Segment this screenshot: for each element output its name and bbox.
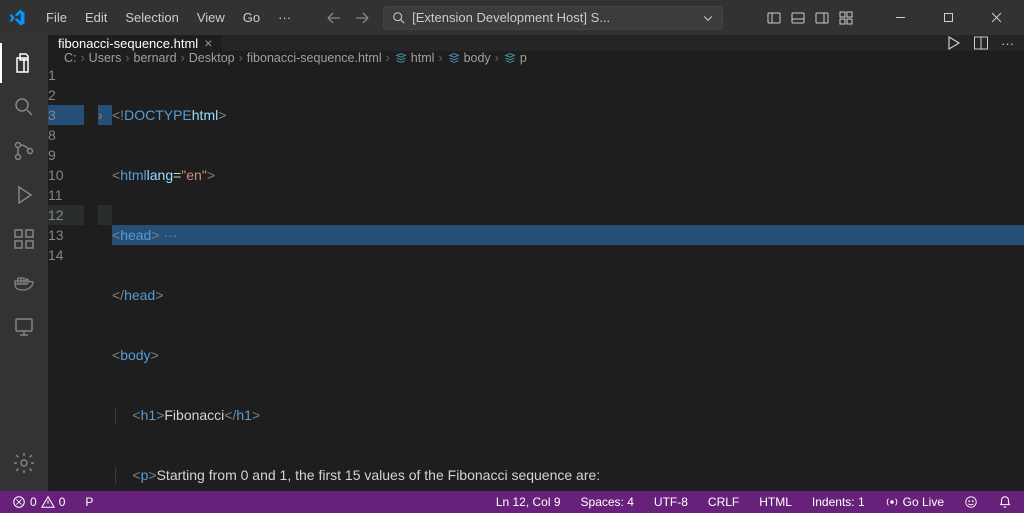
titlebar-right bbox=[764, 4, 1016, 32]
status-golive[interactable]: Go Live bbox=[881, 495, 948, 509]
activity-bar bbox=[0, 35, 48, 491]
main: fibonacci-sequence.html × ··· C:› Users›… bbox=[0, 35, 1024, 491]
activity-extensions[interactable] bbox=[0, 219, 48, 259]
breadcrumb-symbol[interactable]: body bbox=[447, 51, 491, 65]
menu-go[interactable]: Go bbox=[235, 6, 268, 29]
menu-view[interactable]: View bbox=[189, 6, 233, 29]
breadcrumbs[interactable]: C:› Users› bernard› Desktop› fibonacci-s… bbox=[48, 51, 1024, 65]
nav-back-icon[interactable] bbox=[323, 7, 345, 29]
layout-right-icon[interactable] bbox=[812, 8, 832, 28]
status-bell-icon[interactable] bbox=[994, 495, 1016, 509]
breadcrumb-item[interactable]: Users bbox=[89, 51, 122, 65]
menu-more[interactable]: ··· bbox=[270, 6, 299, 29]
nav-controls bbox=[323, 7, 373, 29]
breadcrumb-item[interactable]: C: bbox=[64, 51, 77, 65]
status-language[interactable]: HTML bbox=[755, 495, 796, 509]
activity-settings[interactable] bbox=[0, 443, 48, 483]
tabs: fibonacci-sequence.html × ··· bbox=[48, 35, 1024, 51]
nav-forward-icon[interactable] bbox=[351, 7, 373, 29]
editor[interactable]: 1 2 3 8 9 10 11 12 13 14 › <!DOCTYPE htm… bbox=[48, 65, 1024, 491]
status-feedback-icon[interactable] bbox=[960, 495, 982, 509]
run-icon[interactable] bbox=[945, 35, 961, 51]
layout-controls bbox=[764, 8, 856, 28]
activity-scm[interactable] bbox=[0, 131, 48, 171]
status-spaces[interactable]: Spaces: 4 bbox=[577, 495, 638, 509]
menu-file[interactable]: File bbox=[38, 6, 75, 29]
command-center-text: [Extension Development Host] S... bbox=[412, 10, 610, 25]
status-bar: 0 0 P Ln 12, Col 9 Spaces: 4 UTF-8 CRLF … bbox=[0, 491, 1024, 513]
status-indents[interactable]: Indents: 1 bbox=[808, 495, 869, 509]
line-numbers: 1 2 3 8 9 10 11 12 13 14 bbox=[48, 65, 98, 491]
menu-bar: File Edit Selection View Go ··· bbox=[38, 6, 299, 29]
status-context[interactable]: P bbox=[81, 495, 97, 509]
status-lncol[interactable]: Ln 12, Col 9 bbox=[492, 495, 565, 509]
chevron-down-icon bbox=[702, 12, 714, 24]
activity-explorer[interactable] bbox=[0, 43, 48, 83]
breadcrumb-item[interactable]: fibonacci-sequence.html bbox=[247, 51, 382, 65]
activity-debug[interactable] bbox=[0, 175, 48, 215]
status-encoding[interactable]: UTF-8 bbox=[650, 495, 692, 509]
layout-left-icon[interactable] bbox=[764, 8, 784, 28]
breadcrumb-item[interactable]: Desktop bbox=[189, 51, 235, 65]
split-editor-icon[interactable] bbox=[973, 35, 989, 51]
layout-bottom-icon[interactable] bbox=[788, 8, 808, 28]
code-content[interactable]: <!DOCTYPE html> <html lang="en"> <head> … bbox=[112, 65, 1024, 491]
layout-customize-icon[interactable] bbox=[836, 8, 856, 28]
titlebar: File Edit Selection View Go ··· [Extensi… bbox=[0, 0, 1024, 35]
menu-selection[interactable]: Selection bbox=[117, 6, 186, 29]
window-maximize[interactable] bbox=[928, 4, 968, 32]
window-minimize[interactable] bbox=[880, 4, 920, 32]
tab-close-icon[interactable]: × bbox=[204, 35, 212, 51]
tab-file[interactable]: fibonacci-sequence.html × bbox=[48, 35, 223, 51]
breadcrumb-item[interactable]: bernard bbox=[134, 51, 177, 65]
breadcrumb-symbol[interactable]: html bbox=[394, 51, 435, 65]
activity-search[interactable] bbox=[0, 87, 48, 127]
broadcast-icon bbox=[885, 495, 899, 509]
status-eol[interactable]: CRLF bbox=[704, 495, 743, 509]
tab-label: fibonacci-sequence.html bbox=[58, 36, 198, 51]
activity-docker[interactable] bbox=[0, 263, 48, 303]
activity-remote[interactable] bbox=[0, 307, 48, 347]
menu-edit[interactable]: Edit bbox=[77, 6, 115, 29]
window-close[interactable] bbox=[976, 4, 1016, 32]
tab-actions: ··· bbox=[935, 35, 1024, 51]
status-errors[interactable]: 0 0 bbox=[8, 495, 69, 509]
editor-group: fibonacci-sequence.html × ··· C:› Users›… bbox=[48, 35, 1024, 491]
warning-icon bbox=[41, 495, 55, 509]
fold-column: › bbox=[98, 65, 112, 491]
breadcrumb-symbol[interactable]: p bbox=[503, 51, 527, 65]
error-icon bbox=[12, 495, 26, 509]
command-center[interactable]: [Extension Development Host] S... bbox=[383, 6, 723, 30]
search-icon bbox=[392, 11, 406, 25]
more-icon[interactable]: ··· bbox=[1001, 36, 1014, 51]
vscode-logo-icon bbox=[8, 9, 26, 27]
fold-icon[interactable]: › bbox=[98, 105, 112, 125]
